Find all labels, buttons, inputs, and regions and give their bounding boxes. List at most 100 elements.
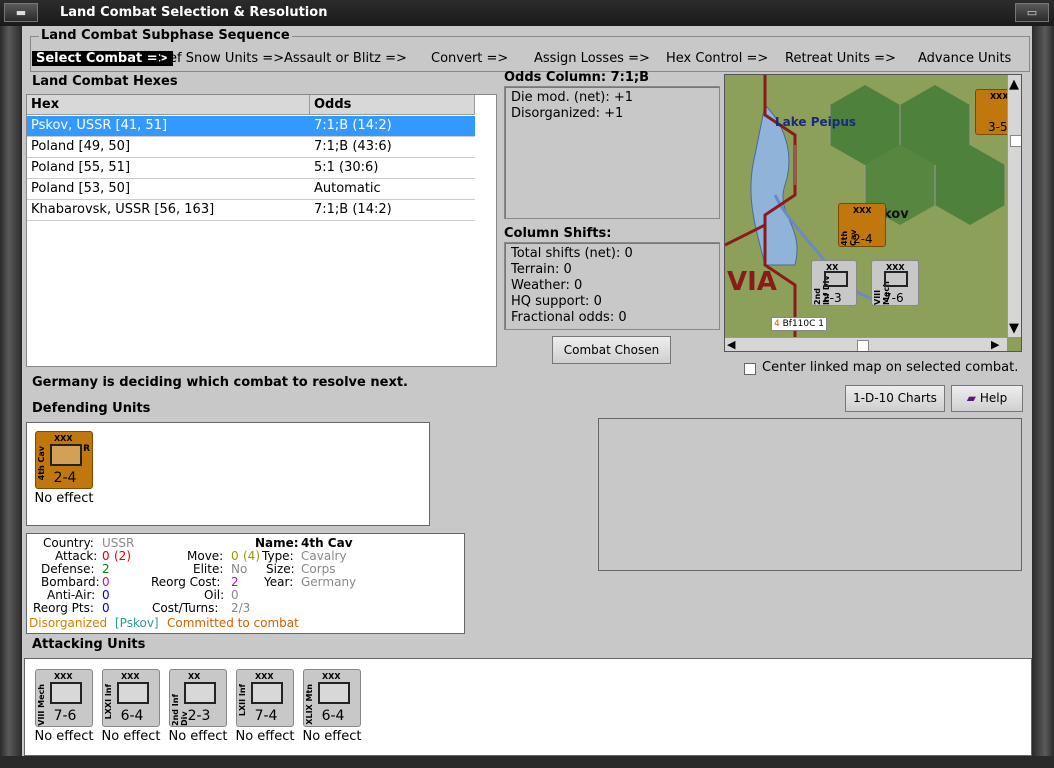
scroll-left-icon[interactable]: ◀ (727, 338, 735, 351)
elite-value: No (231, 562, 248, 576)
attacking-counter[interactable]: XXX VIII Mech 7-6 (35, 669, 93, 727)
map-vertical-scrollbar[interactable]: ▲ ▼ (1007, 75, 1021, 337)
air-unit-marker[interactable]: 4 Bf110C 1 (771, 317, 828, 331)
column-header-hex[interactable]: Hex (27, 95, 310, 115)
center-map-checkbox[interactable] (744, 363, 756, 375)
title-bar[interactable]: ▬ Land Combat Selection & Resolution ▭ (0, 0, 1054, 26)
bombard-label: Bombard: (41, 575, 100, 589)
attacking-units-box: XXX VIII Mech 7-6 No effect XXX LXXI Inf… (24, 658, 1032, 756)
type-label: Type: (262, 549, 294, 563)
linked-map[interactable]: Lake Peipus kov VIA XXX 3-5 XXX 4th Cav … (724, 74, 1022, 352)
map-counter-4th-cav[interactable]: XXX 4th Cav 2-4 (838, 203, 886, 247)
defense-label: Defense: (41, 562, 95, 576)
scroll-down-icon[interactable]: ▼ (1009, 321, 1021, 336)
step-assign-losses: Assign Losses => (534, 51, 650, 66)
type-value: Cavalry (301, 549, 347, 563)
odds-panel: Die mod. (net): +1 Disorganized: +1 (504, 86, 720, 219)
charts-button[interactable]: 1-D-10 Charts (845, 385, 945, 412)
scroll-thumb[interactable] (1010, 135, 1021, 147)
close-button[interactable]: ▭ (1015, 3, 1049, 22)
hex-cell: Poland [53, 50] (31, 181, 131, 196)
dialog-content: Land Combat Subphase Sequence Select Com… (22, 26, 1032, 756)
costturns-label: Cost/Turns: (152, 601, 219, 615)
reorgcost-label: Reorg Cost: (151, 575, 221, 589)
column-header-odds[interactable]: Odds (310, 95, 475, 115)
fractional-odds-text: Fractional odds: 0 (511, 310, 627, 325)
attack-label: Attack: (55, 549, 98, 563)
hexes-title: Land Combat Hexes (32, 74, 178, 89)
table-row[interactable]: Khabarovsk, USSR [56, 163] 7:1;B (14:2) (27, 200, 475, 221)
antiair-value: 0 (102, 588, 110, 602)
bottom-frame (0, 756, 1054, 768)
scroll-thumb[interactable] (857, 340, 869, 351)
odds-cell: 5:1 (30:6) (314, 160, 379, 175)
window-title: Land Combat Selection & Resolution (60, 5, 328, 20)
infantry-icon (117, 682, 149, 704)
attacking-effect: No effect (101, 729, 161, 744)
reorgpts-label: Reorg Pts: (33, 601, 94, 615)
die-mod-text: Die mod. (net): +1 (511, 90, 634, 105)
move-label: Move: (187, 549, 224, 563)
odds-cell: Automatic (314, 181, 381, 196)
sequence-title: Land Combat Subphase Sequence (39, 28, 292, 43)
infantry-icon (184, 682, 216, 704)
unit-details-panel: Country: USSR Attack: 0 (2) Defense: 2 B… (26, 533, 465, 634)
combat-chosen-button[interactable]: Combat Chosen (552, 336, 671, 364)
total-shifts-text: Total shifts (net): 0 (511, 246, 633, 261)
attacking-counter[interactable]: XXX LXII Inf 7-4 (236, 669, 294, 727)
attacking-counter[interactable]: XX 2nd Inf Div 2-3 (169, 669, 227, 727)
table-row[interactable]: Poland [55, 51] 5:1 (30:6) (27, 158, 475, 179)
name-value: 4th Cav (301, 536, 353, 550)
defense-value: 2 (102, 562, 110, 576)
map-counter-viii-mech[interactable]: XXX VIII Mech 7-6 (871, 260, 919, 306)
step-retreat: Retreat Units => (785, 51, 896, 66)
table-row[interactable]: Pskov, USSR [41, 51] 7:1;B (14:2) (27, 116, 475, 137)
step-assault: Assault or Blitz => (284, 51, 407, 66)
infantry-icon (251, 682, 283, 704)
column-shifts-title: Column Shifts: (504, 226, 612, 241)
map-counter-2nd-inf[interactable]: XX 2nd Inf Div 2-3 (811, 260, 857, 306)
step-advance: Advance Units (918, 51, 1012, 66)
table-row[interactable]: Poland [53, 50] Automatic (27, 179, 475, 200)
attacking-effect: No effect (235, 729, 295, 744)
attacking-effect: No effect (168, 729, 228, 744)
oil-value: 0 (231, 588, 239, 602)
step-hex-control: Hex Control => (666, 51, 769, 66)
hex-cell: Pskov, USSR [41, 51] (31, 118, 168, 133)
odds-column-title: Odds Column: 7:1;B (504, 70, 650, 85)
country-label: Country: (43, 536, 94, 550)
defending-effect: No effect (34, 491, 94, 506)
hq-support-text: HQ support: 0 (511, 294, 602, 309)
right-frame (1032, 26, 1054, 768)
help-button[interactable]: ▰ Help (951, 385, 1023, 412)
column-shifts-panel: Total shifts (net): 0 Terrain: 0 Weather… (504, 242, 720, 330)
status-message: Germany is deciding which combat to reso… (32, 375, 408, 390)
attacking-counter[interactable]: XXX XLIX Mtn 6-4 (303, 669, 361, 727)
attacking-counter[interactable]: XXX LXXI Inf 6-4 (102, 669, 160, 727)
table-row[interactable]: Poland [49, 50] 7:1;B (43:6) (27, 137, 475, 158)
help-book-icon: ▰ (966, 391, 977, 405)
attacking-effect: No effect (302, 729, 362, 744)
hex-cell: Poland [55, 51] (31, 160, 131, 175)
reorgcost-value: 2 (231, 575, 239, 589)
window-menu-button[interactable]: ▬ (4, 3, 38, 22)
defending-counter[interactable]: XXX R 4th Cav 2-4 (35, 431, 93, 489)
help-label: Help (979, 391, 1008, 405)
scroll-right-icon[interactable]: ▶ (991, 338, 999, 351)
attack-paren: (2) (114, 549, 131, 563)
disorganized-text: Disorganized: +1 (511, 106, 624, 121)
map-horizontal-scrollbar[interactable]: ◀ ▶ (725, 337, 1007, 351)
odds-cell: 7:1;B (14:2) (314, 202, 392, 217)
country-value: USSR (102, 536, 135, 550)
costturns-value: 2/3 (231, 601, 251, 615)
scroll-up-icon[interactable]: ▲ (1009, 77, 1021, 92)
cavalry-icon (50, 444, 82, 466)
infantry-icon (824, 271, 848, 287)
step-convert: Convert => (431, 51, 509, 66)
bombard-value: 0 (102, 575, 110, 589)
lake-label: Lake Peipus (775, 115, 857, 129)
size-value: Corps (301, 562, 336, 576)
terrain-text: Terrain: 0 (511, 262, 572, 277)
mountain-icon (318, 682, 350, 704)
committed-status: Committed to combat (167, 616, 299, 630)
